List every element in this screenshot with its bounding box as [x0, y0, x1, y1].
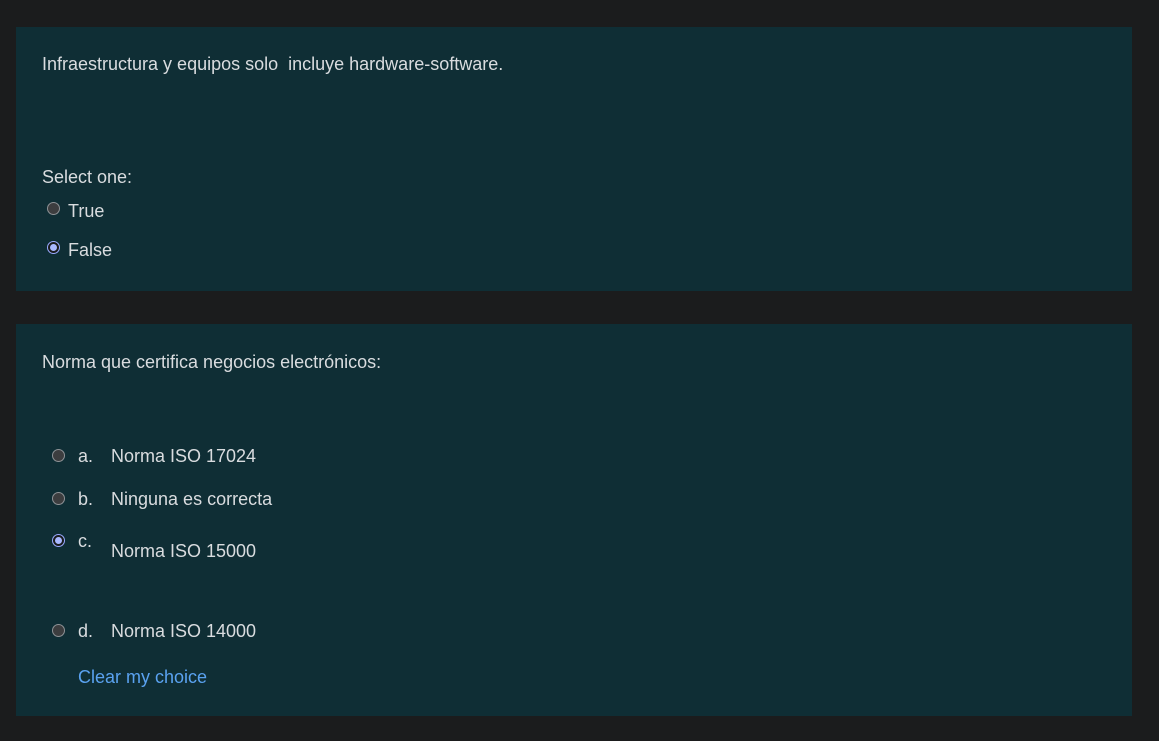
option-true-label[interactable]: True: [68, 200, 104, 222]
question-card-1: Infraestructura y equipos solo incluye h…: [16, 27, 1132, 291]
option-b-label[interactable]: Ninguna es correcta: [111, 488, 272, 510]
option-letter: b.: [78, 489, 94, 509]
question-text: Infraestructura y equipos solo incluye h…: [42, 54, 504, 74]
select-one-prompt: Select one:: [42, 167, 133, 187]
option-letter: d.: [78, 621, 94, 641]
radio-button-true[interactable]: [47, 202, 60, 215]
radio-button-c[interactable]: [52, 534, 65, 547]
option-letter: c.: [78, 531, 93, 551]
radio-button-b[interactable]: [52, 492, 65, 505]
clear-my-choice-link[interactable]: Clear my choice: [78, 666, 207, 688]
radio-button-a[interactable]: [52, 449, 65, 462]
question-text: Norma que certifica negocios electrónico…: [42, 352, 382, 372]
option-d-label[interactable]: Norma ISO 14000: [111, 620, 256, 642]
question-card-2: Norma que certifica negocios electrónico…: [16, 324, 1132, 716]
radio-button-false[interactable]: [47, 241, 60, 254]
option-false-label[interactable]: False: [68, 239, 112, 261]
option-a-label[interactable]: Norma ISO 17024: [111, 445, 256, 467]
radio-button-d[interactable]: [52, 624, 65, 637]
option-letter: a.: [78, 446, 94, 466]
option-c-label[interactable]: Norma ISO 15000: [111, 540, 256, 562]
